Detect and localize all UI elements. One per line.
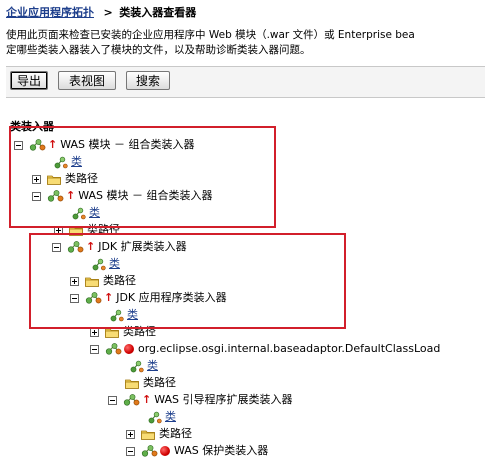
error-dot-icon	[160, 446, 170, 456]
collapse-toggle[interactable]	[126, 446, 135, 456]
tree-node-label: 类路径	[123, 325, 156, 338]
expand-toggle[interactable]	[70, 276, 79, 286]
folder-icon	[47, 174, 61, 185]
class-loader-icon	[105, 343, 122, 355]
tree-node-was-protection-loader[interactable]: WAS 保护类装入器	[126, 443, 268, 459]
classes-link[interactable]: 类	[127, 308, 138, 321]
folder-icon	[141, 429, 155, 440]
tree-node-classpath[interactable]: 类路径	[125, 375, 176, 391]
tree-node-label: WAS 保护类装入器	[174, 444, 269, 457]
tree-node-label: WAS 引导程序扩展类装入器	[154, 393, 293, 406]
tree-node-was-module-child[interactable]: ↑ WAS 模块 － 组合类装入器	[32, 188, 213, 204]
tree-node-label: JDK 应用程序类装入器	[116, 291, 227, 304]
search-button[interactable]: 搜索	[126, 71, 170, 90]
tree-node-label: org.eclipse.osgi.internal.baseadaptor.De…	[138, 342, 441, 355]
up-arrow-icon: ↑	[66, 189, 76, 202]
tree-node-label: WAS 模块 － 组合类装入器	[78, 189, 213, 202]
tree-node-label: 类路径	[103, 274, 136, 287]
tree-node-label: 类路径	[143, 376, 176, 389]
tree-node-classpath[interactable]: 类路径	[126, 426, 192, 442]
folder-icon	[105, 327, 119, 338]
toolbar: 导出 表视图 搜索	[6, 66, 485, 98]
tree-node-label: 类路径	[159, 427, 192, 440]
page-description-line-1: 使用此页面来检查已安装的企业应用程序中 Web 模块（.war 文件）或 Ent…	[6, 29, 415, 41]
tree-node-classes[interactable]: 类	[92, 256, 120, 272]
tree-node-classpath[interactable]: 类路径	[70, 273, 136, 289]
tree-section-label: 类装入器	[10, 120, 54, 133]
class-icon	[130, 360, 144, 373]
folder-icon	[125, 378, 139, 389]
up-arrow-icon: ↑	[142, 393, 152, 406]
class-loader-icon	[67, 241, 84, 253]
collapse-toggle[interactable]	[14, 140, 23, 150]
page-description-line-2: 定哪些类装入器装入了模块的文件，以及帮助诊断类装入器问题。	[6, 44, 311, 56]
tree-node-classes[interactable]: 类	[130, 358, 158, 374]
tree-node-label: JDK 扩展类装入器	[98, 240, 187, 253]
class-icon	[54, 156, 68, 169]
table-view-button[interactable]: 表视图	[58, 71, 116, 90]
breadcrumb-separator: >	[103, 6, 113, 19]
collapse-toggle[interactable]	[70, 293, 79, 303]
tree-node-was-module[interactable]: ↑ WAS 模块 － 组合类装入器	[14, 137, 195, 153]
expand-toggle[interactable]	[90, 327, 99, 337]
classes-link[interactable]: 类	[71, 155, 82, 168]
error-dot-icon	[124, 344, 134, 354]
tree-node-label: 类路径	[65, 172, 98, 185]
tree-node-classes[interactable]: 类	[54, 154, 82, 170]
collapse-toggle[interactable]	[32, 191, 41, 201]
folder-icon	[85, 276, 99, 287]
collapse-toggle[interactable]	[52, 242, 61, 252]
collapse-toggle[interactable]	[90, 344, 99, 354]
classes-link[interactable]: 类	[109, 257, 120, 270]
class-loader-icon	[85, 292, 102, 304]
expand-toggle[interactable]	[32, 174, 41, 184]
page-title: 类装入器查看器	[119, 6, 197, 19]
tree-node-jdk-application-loader[interactable]: ↑ JDK 应用程序类装入器	[70, 290, 227, 306]
up-arrow-icon: ↑	[86, 240, 96, 253]
up-arrow-icon: ↑	[48, 138, 58, 151]
expand-toggle[interactable]	[54, 225, 63, 235]
folder-icon	[69, 225, 83, 236]
classes-link[interactable]: 类	[89, 206, 100, 219]
up-arrow-icon: ↑	[104, 291, 114, 304]
tree-node-classes[interactable]: 类	[72, 205, 100, 221]
tree-node-classpath[interactable]: 类路径	[54, 222, 120, 238]
tree-node-was-bootstrap-extension-loader[interactable]: ↑ WAS 引导程序扩展类装入器	[108, 392, 293, 408]
expand-toggle[interactable]	[126, 429, 135, 439]
class-loader-icon	[123, 394, 140, 406]
class-loader-icon	[29, 139, 46, 151]
tree-node-classes[interactable]: 类	[110, 307, 138, 323]
class-icon	[148, 411, 162, 424]
class-icon	[110, 309, 124, 322]
tree-node-classes[interactable]: 类	[148, 409, 176, 425]
tree-node-label: 类路径	[87, 223, 120, 236]
breadcrumb: 企业应用程序拓扑 > 类装入器查看器	[6, 4, 196, 20]
classes-link[interactable]: 类	[165, 410, 176, 423]
collapse-toggle[interactable]	[108, 395, 117, 405]
breadcrumb-parent-link[interactable]: 企业应用程序拓扑	[6, 6, 94, 19]
tree-node-label: WAS 模块 － 组合类装入器	[60, 138, 195, 151]
export-button[interactable]: 导出	[10, 71, 48, 90]
tree-node-classpath[interactable]: 类路径	[32, 171, 98, 187]
classes-link[interactable]: 类	[147, 359, 158, 372]
tree-node-classpath[interactable]: 类路径	[90, 324, 156, 340]
class-loader-icon	[141, 445, 158, 457]
tree-node-jdk-extension-loader[interactable]: ↑ JDK 扩展类装入器	[52, 239, 187, 255]
tree-node-osgi-default-loader[interactable]: org.eclipse.osgi.internal.baseadaptor.De…	[90, 341, 440, 357]
class-icon	[92, 258, 106, 271]
class-loader-icon	[47, 190, 64, 202]
class-icon	[72, 207, 86, 220]
